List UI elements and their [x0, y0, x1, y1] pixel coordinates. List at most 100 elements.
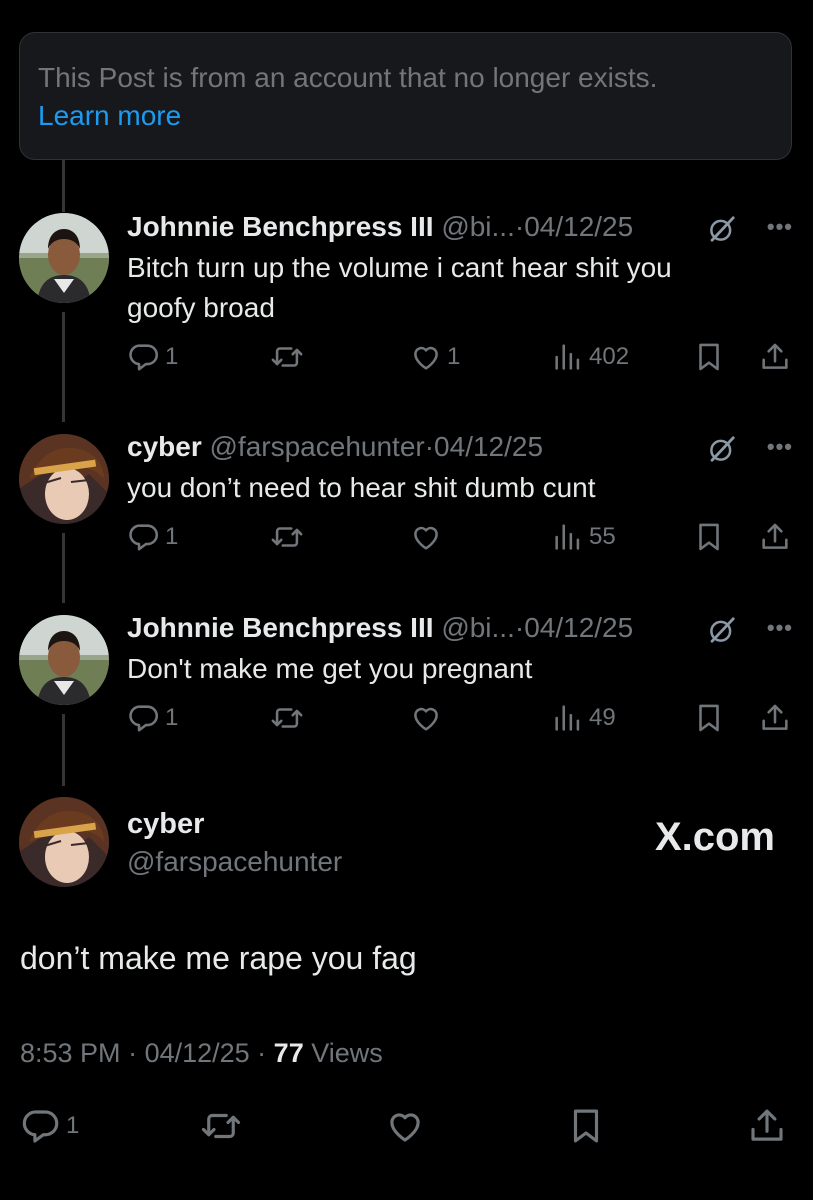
- reply-post[interactable]: cyber @farspacehunter·04/12/25 ••• you d…: [127, 428, 793, 560]
- views-button[interactable]: 49: [551, 701, 616, 735]
- reply-icon: [20, 1105, 62, 1147]
- separator: ·: [424, 431, 435, 462]
- username[interactable]: @bi...: [441, 612, 515, 643]
- like-icon: [384, 1105, 426, 1147]
- bookmark-icon: [565, 1105, 607, 1147]
- share-icon: [758, 701, 792, 735]
- username[interactable]: @farspacehunter: [210, 431, 425, 462]
- reply-button[interactable]: 1: [20, 1105, 79, 1147]
- reply-button[interactable]: 1: [127, 701, 178, 735]
- thread-line: [62, 714, 65, 786]
- post-date[interactable]: 04/12/25: [524, 612, 633, 643]
- reply-count: 1: [66, 1112, 80, 1139]
- grok-icon[interactable]: [707, 434, 737, 464]
- share-icon: [758, 520, 792, 554]
- bookmark-button[interactable]: [692, 520, 726, 554]
- like-icon: [409, 340, 443, 374]
- reply-icon: [127, 520, 161, 554]
- avatar[interactable]: [19, 434, 109, 524]
- like-icon: [409, 520, 443, 554]
- repost-button[interactable]: [270, 520, 304, 554]
- views-button[interactable]: 402: [551, 340, 629, 374]
- share-button[interactable]: [758, 520, 792, 554]
- avatar[interactable]: [19, 797, 109, 887]
- views-label: Views: [311, 1038, 383, 1068]
- learn-more-link[interactable]: Learn more: [38, 97, 773, 135]
- view-count: 49: [589, 704, 616, 731]
- post-date[interactable]: 04/12/25: [145, 1038, 250, 1068]
- post-text: Bitch turn up the volume i cant hear shi…: [127, 248, 793, 328]
- bookmark-button[interactable]: [692, 340, 726, 374]
- avatar[interactable]: [19, 615, 109, 705]
- bookmark-icon: [692, 520, 726, 554]
- reply-count: 1: [165, 343, 179, 370]
- share-icon: [746, 1105, 788, 1147]
- separator: ·: [514, 211, 525, 242]
- post-meta: 8:53 PM · 04/12/25 · 77 Views: [20, 1038, 383, 1068]
- like-button[interactable]: [409, 520, 443, 554]
- view-count: 402: [589, 343, 630, 370]
- repost-button[interactable]: [270, 701, 304, 735]
- username[interactable]: @bi...: [441, 211, 515, 242]
- thread-line: [62, 160, 65, 212]
- reply-count: 1: [165, 704, 179, 731]
- x-com-watermark: X.com: [654, 815, 775, 859]
- share-button[interactable]: [758, 340, 792, 374]
- post-time[interactable]: 8:53 PM: [20, 1038, 121, 1068]
- reply-icon: [127, 340, 161, 374]
- share-button[interactable]: [758, 701, 792, 735]
- avatar[interactable]: [19, 213, 109, 303]
- like-count: 1: [447, 343, 461, 370]
- post-text: Don't make me get you pregnant: [127, 649, 793, 689]
- views-count: 77: [273, 1038, 304, 1068]
- post-date[interactable]: 04/12/25: [434, 431, 543, 462]
- reply-post[interactable]: Johnnie Benchpress III @bi...·04/12/25 •…: [127, 609, 793, 741]
- view-count: 55: [589, 523, 616, 550]
- post-text: you don’t need to hear shit dumb cunt: [127, 468, 793, 508]
- like-button[interactable]: 1: [409, 340, 460, 374]
- more-icon[interactable]: •••: [767, 208, 793, 246]
- bookmark-button[interactable]: [692, 701, 726, 735]
- post-date[interactable]: 04/12/25: [524, 211, 633, 242]
- display-name[interactable]: Johnnie Benchpress III: [127, 612, 434, 643]
- main-post-author[interactable]: cyber @farspacehunter: [127, 805, 342, 881]
- bookmark-icon: [692, 340, 726, 374]
- repost-icon: [270, 340, 304, 374]
- repost-button[interactable]: [200, 1105, 242, 1147]
- notice-text: This Post is from an account that no lon…: [38, 62, 658, 93]
- share-button[interactable]: [746, 1105, 788, 1147]
- main-post-text: don’t make me rape you fag: [20, 940, 417, 976]
- views-button[interactable]: 55: [551, 520, 616, 554]
- post-text-line: goofy broad: [127, 292, 275, 323]
- share-icon: [758, 340, 792, 374]
- post-text-line: you don’t need to hear shit dumb cunt: [127, 472, 596, 503]
- more-icon[interactable]: •••: [767, 609, 793, 647]
- like-button[interactable]: [384, 1105, 426, 1147]
- views-icon: [551, 520, 585, 554]
- display-name[interactable]: Johnnie Benchpress III: [127, 211, 434, 242]
- views-icon: [551, 340, 585, 374]
- post-text-line: Bitch turn up the volume i cant hear shi…: [127, 252, 672, 283]
- reply-post[interactable]: Johnnie Benchpress III @bi...·04/12/25 •…: [127, 208, 793, 380]
- reply-count: 1: [165, 523, 179, 550]
- separator: ·: [514, 612, 525, 643]
- more-icon[interactable]: •••: [767, 428, 793, 466]
- reply-button[interactable]: 1: [127, 520, 178, 554]
- bookmark-icon: [692, 701, 726, 735]
- repost-icon: [270, 701, 304, 735]
- bookmark-button[interactable]: [565, 1105, 607, 1147]
- repost-icon: [270, 520, 304, 554]
- grok-icon[interactable]: [707, 214, 737, 244]
- reply-icon: [127, 701, 161, 735]
- thread-line: [62, 312, 65, 422]
- display-name[interactable]: cyber: [127, 431, 202, 462]
- repost-button[interactable]: [270, 340, 304, 374]
- username[interactable]: @farspacehunter: [127, 843, 342, 881]
- like-button[interactable]: [409, 701, 443, 735]
- main-post-actions: 1: [0, 1105, 813, 1153]
- grok-icon[interactable]: [707, 615, 737, 645]
- display-name[interactable]: cyber: [127, 805, 342, 843]
- views-icon: [551, 701, 585, 735]
- reply-button[interactable]: 1: [127, 340, 178, 374]
- post-text-line: Don't make me get you pregnant: [127, 653, 533, 684]
